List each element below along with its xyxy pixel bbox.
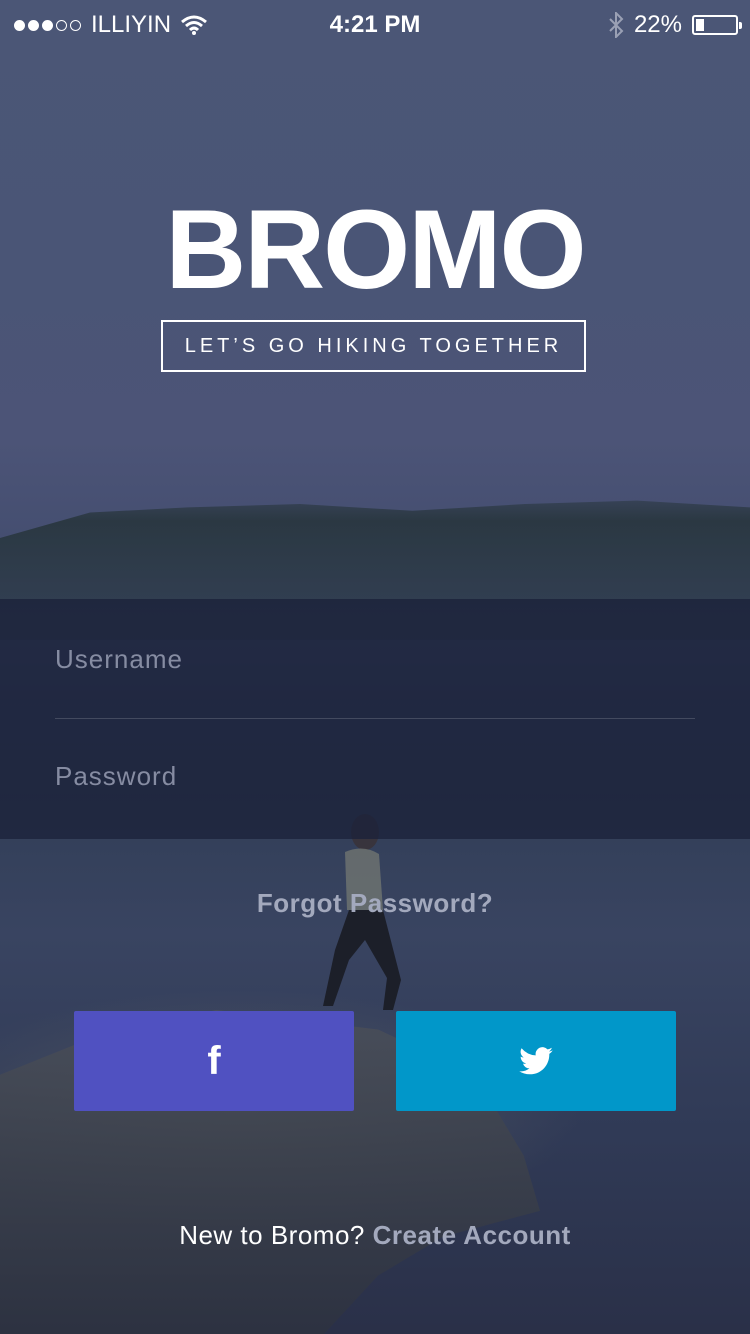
login-form	[0, 599, 750, 839]
hiker-silhouette	[323, 814, 401, 1010]
forgot-password-link[interactable]: Forgot Password?	[0, 888, 750, 919]
battery-icon	[692, 15, 742, 35]
facebook-icon: f	[207, 1038, 221, 1083]
tagline: LET’S GO HIKING TOGETHER	[161, 320, 586, 372]
battery-fill	[696, 19, 704, 31]
bluetooth-icon	[609, 12, 624, 38]
app-logo: BROMO	[165, 187, 586, 312]
field-divider	[55, 718, 695, 719]
password-input[interactable]	[55, 746, 695, 806]
twitter-icon	[519, 1047, 553, 1075]
signup-row: New to Bromo? Create Account	[0, 1220, 750, 1251]
create-account-link[interactable]: Create Account	[373, 1220, 571, 1250]
status-bar: ILLIYIN 4:21 PM 22%	[0, 0, 750, 48]
twitter-login-button[interactable]	[396, 1011, 676, 1111]
battery-percent: 22%	[633, 11, 682, 38]
status-right: 22%	[608, 11, 742, 39]
username-input[interactable]	[55, 629, 695, 689]
facebook-login-button[interactable]: f	[74, 1011, 354, 1111]
signup-prompt: New to Bromo?	[179, 1220, 365, 1250]
